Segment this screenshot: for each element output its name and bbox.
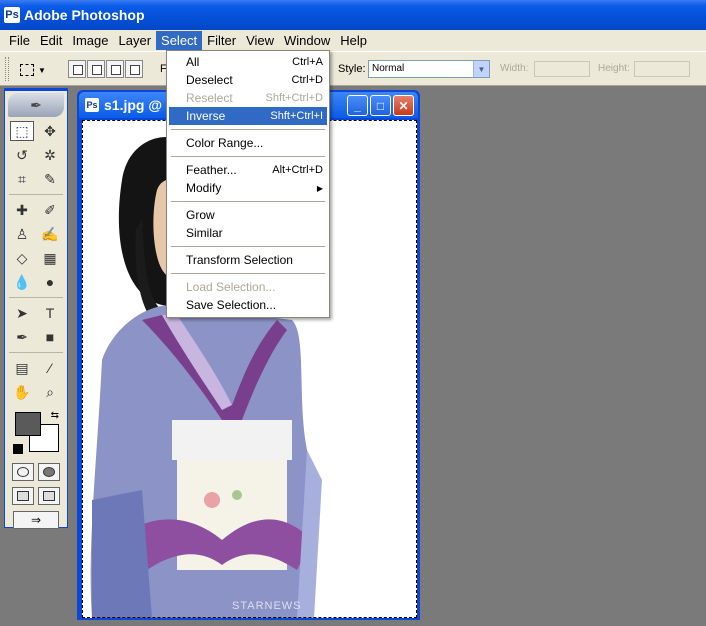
style-select[interactable]: Normal ▼ xyxy=(368,60,490,78)
menu-separator xyxy=(169,125,327,134)
document-title: s1.jpg @ xyxy=(104,97,162,113)
menu-image[interactable]: Image xyxy=(67,31,113,50)
eraser-tool-icon[interactable]: ◇ xyxy=(10,248,34,268)
screen-mode-full-menu-button[interactable] xyxy=(38,487,60,505)
magic-wand-icon[interactable]: ✲ xyxy=(38,145,62,165)
watermark: STARNEWS xyxy=(232,600,302,612)
menu-item-feather[interactable]: Feather... Alt+Ctrl+D xyxy=(169,161,327,179)
window-controls: _ □ ✕ xyxy=(347,95,414,116)
chevron-down-icon: ▼ xyxy=(38,65,46,75)
notes-tool-icon[interactable]: ▤ xyxy=(10,358,34,378)
menu-edit[interactable]: Edit xyxy=(35,31,67,50)
type-tool-icon[interactable]: T xyxy=(38,303,62,323)
move-tool-icon[interactable]: ✥ xyxy=(38,121,62,141)
title-bar: Ps Adobe Photoshop xyxy=(0,0,706,30)
slice-tool-icon[interactable]: ✎ xyxy=(38,169,62,189)
shape-tool-icon[interactable]: ■ xyxy=(38,327,62,347)
brush-tool-icon[interactable]: ✐ xyxy=(38,200,62,220)
new-selection-button[interactable] xyxy=(68,60,86,78)
feather-logo-icon[interactable]: ✒ xyxy=(8,93,64,117)
menu-item-transform-selection[interactable]: Transform Selection xyxy=(169,251,327,269)
style-value: Normal xyxy=(372,63,405,74)
history-brush-icon[interactable]: ✍ xyxy=(38,224,62,244)
menu-bar: File Edit Image Layer Select Filter View… xyxy=(0,30,706,51)
width-label: Width: xyxy=(500,63,529,74)
menu-item-similar[interactable]: Similar xyxy=(169,224,327,242)
menu-select[interactable]: Select xyxy=(156,31,203,50)
marquee-tool-icon[interactable]: ⬚ xyxy=(10,121,34,141)
window-title: Adobe Photoshop xyxy=(24,7,145,23)
menu-window[interactable]: Window xyxy=(279,31,335,50)
close-button[interactable]: ✕ xyxy=(393,95,414,116)
menu-filter[interactable]: Filter xyxy=(202,31,241,50)
menu-item-all[interactable]: All Ctrl+A xyxy=(169,53,327,71)
standard-mode-button[interactable] xyxy=(12,463,34,481)
intersect-selection-button[interactable] xyxy=(125,60,143,78)
crop-tool-icon[interactable]: ⌗ xyxy=(10,169,34,189)
dodge-tool-icon[interactable]: ● xyxy=(38,272,62,292)
hand-tool-icon[interactable]: ✋ xyxy=(10,382,34,402)
photoshop-icon: Ps xyxy=(4,7,20,23)
jump-to-imageready-icon[interactable]: ⇒ xyxy=(13,511,59,529)
zoom-tool-icon[interactable]: ⌕ xyxy=(38,382,62,402)
swap-colors-icon[interactable]: ⇆ xyxy=(51,410,59,421)
menu-item-grow[interactable]: Grow xyxy=(169,206,327,224)
options-grip[interactable] xyxy=(5,57,9,81)
selection-modes xyxy=(68,60,143,78)
menu-separator xyxy=(169,197,327,206)
marquee-icon xyxy=(20,64,34,76)
height-label: Height: xyxy=(598,63,630,74)
menu-item-save-selection[interactable]: Save Selection... xyxy=(169,296,327,314)
menu-layer[interactable]: Layer xyxy=(114,31,157,50)
default-colors-icon[interactable] xyxy=(13,444,23,454)
menu-separator xyxy=(169,152,327,161)
eyedropper-icon[interactable]: ⁄ xyxy=(38,358,62,378)
blur-tool-icon[interactable]: 💧 xyxy=(10,272,34,292)
width-field[interactable] xyxy=(534,61,590,77)
menu-separator xyxy=(169,242,327,251)
clone-stamp-icon[interactable]: ♙ xyxy=(10,224,34,244)
document-icon: Ps xyxy=(85,98,99,112)
foreground-color[interactable] xyxy=(15,412,41,436)
healing-brush-icon[interactable]: ✚ xyxy=(10,200,34,220)
menu-view[interactable]: View xyxy=(241,31,279,50)
menu-item-reselect: Reselect Shft+Ctrl+D xyxy=(186,91,323,105)
maximize-button[interactable]: □ xyxy=(370,95,391,116)
quickmask-mode-button[interactable] xyxy=(38,463,60,481)
tool-preset-picker[interactable]: ▼ xyxy=(20,60,60,80)
submenu-arrow-icon: ▶ xyxy=(316,183,323,193)
menu-separator xyxy=(169,269,327,278)
gradient-tool-icon[interactable]: ▦ xyxy=(38,248,62,268)
menu-item-inverse[interactable]: Inverse Shft+Ctrl+I xyxy=(169,107,327,125)
toolbox: ✒ ⬚ ✥ ↺ ✲ ⌗ ✎ ✚ ✐ ♙ ✍ ◇ ▦ 💧 ● ➤ T ✒ ■ ▤ … xyxy=(4,88,68,529)
color-swatches: ⇆ xyxy=(9,408,63,456)
height-field[interactable] xyxy=(634,61,690,77)
menu-item-modify[interactable]: Modify ▶ xyxy=(169,179,327,197)
select-menu: All Ctrl+A Deselect Ctrl+D Reselect Shft… xyxy=(166,50,330,318)
path-select-icon[interactable]: ➤ xyxy=(10,303,34,323)
style-label: Style: xyxy=(338,63,366,75)
lasso-tool-icon[interactable]: ↺ xyxy=(10,145,34,165)
chevron-down-icon[interactable]: ▼ xyxy=(473,61,489,77)
pen-tool-icon[interactable]: ✒ xyxy=(10,327,34,347)
screen-mode-standard-button[interactable] xyxy=(12,487,34,505)
subtract-selection-button[interactable] xyxy=(106,60,124,78)
menu-file[interactable]: File xyxy=(4,31,35,50)
menu-item-color-range[interactable]: Color Range... xyxy=(169,134,327,152)
menu-item-deselect[interactable]: Deselect Ctrl+D xyxy=(169,71,327,89)
menu-item-load-selection: Load Selection... xyxy=(186,280,276,294)
add-selection-button[interactable] xyxy=(87,60,105,78)
minimize-button[interactable]: _ xyxy=(347,95,368,116)
menu-help[interactable]: Help xyxy=(335,31,372,50)
options-bar: ▼ F Style: Normal ▼ Width: Height: xyxy=(0,51,706,86)
